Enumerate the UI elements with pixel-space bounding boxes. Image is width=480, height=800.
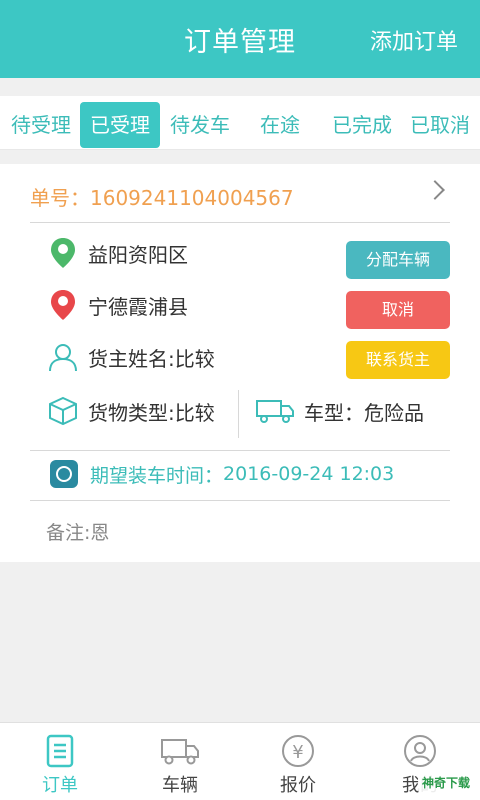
- svg-text:¥: ¥: [292, 742, 303, 763]
- yen-icon: ¥: [258, 731, 338, 771]
- box-icon: [46, 394, 80, 428]
- vehicle-type-text: 车型：危险品: [304, 400, 424, 425]
- status-tabs: 待受理 已受理 待发车 在途 已完成 已取消: [0, 96, 480, 150]
- vertical-divider: [238, 390, 239, 438]
- clock-icon: [50, 460, 78, 488]
- nav-vehicles-label: 车辆: [162, 775, 198, 796]
- truck-icon: [140, 731, 220, 771]
- app-header: 订单管理 添加订单: [0, 0, 480, 78]
- owner-name-text: 货主姓名:比较: [88, 346, 215, 371]
- expected-time-value: 2016-09-24 12:03: [223, 463, 395, 485]
- tab-awaiting-departure[interactable]: 待发车: [162, 102, 238, 148]
- contact-owner-button[interactable]: 联系货主: [346, 341, 450, 379]
- divider: [30, 222, 450, 223]
- add-order-button[interactable]: 添加订单: [370, 24, 458, 56]
- vehicle-type-row: 车型：危险品: [254, 394, 424, 428]
- nav-vehicles[interactable]: 车辆: [140, 731, 220, 797]
- destination-text: 宁德霞浦县: [88, 294, 188, 319]
- document-icon: [20, 731, 100, 771]
- user-icon: [46, 340, 80, 374]
- nav-quotes-label: 报价: [280, 775, 316, 796]
- tab-accepted[interactable]: 已受理: [80, 102, 160, 148]
- divider: [30, 500, 450, 501]
- expected-time-label: 期望装车时间：: [90, 464, 224, 487]
- tab-cancelled[interactable]: 已取消: [402, 102, 478, 148]
- order-number: 1609241104004567: [90, 186, 294, 210]
- cargo-row: 货物类型:比较: [46, 394, 215, 428]
- destination-row: 宁德霞浦县: [46, 288, 188, 322]
- watermark-logo: 神奇下载: [417, 772, 474, 793]
- note-text: 备注:恩: [46, 522, 110, 544]
- order-card[interactable]: 单号：1609241104004567 益阳资阳区 分配车辆 宁德霞浦县 取消 …: [0, 164, 480, 562]
- chevron-right-icon[interactable]: [425, 180, 445, 200]
- origin-row: 益阳资阳区: [46, 236, 188, 270]
- bottom-nav: 订单 车辆 ¥ 报价 我的: [0, 722, 480, 800]
- expected-time-row: 期望装车时间： 2016-09-24 12:03: [50, 460, 394, 488]
- nav-quotes[interactable]: ¥ 报价: [258, 731, 338, 797]
- assign-vehicle-button[interactable]: 分配车辆: [346, 241, 450, 279]
- tab-completed[interactable]: 已完成: [324, 102, 400, 148]
- nav-orders[interactable]: 订单: [20, 731, 100, 797]
- order-number-label: 单号：: [30, 186, 90, 210]
- tab-in-transit[interactable]: 在途: [244, 102, 316, 148]
- tab-pending[interactable]: 待受理: [4, 102, 78, 148]
- truck-icon: [254, 394, 296, 428]
- location-pin-green-icon: [46, 236, 80, 270]
- owner-row: 货主姓名:比较: [46, 340, 215, 374]
- origin-text: 益阳资阳区: [88, 242, 188, 267]
- cargo-type-text: 货物类型:比较: [88, 400, 215, 425]
- order-number-row: 单号：1609241104004567: [30, 182, 294, 211]
- user-icon: [380, 731, 460, 771]
- location-pin-red-icon: [46, 288, 80, 322]
- nav-orders-label: 订单: [42, 775, 78, 796]
- divider: [30, 450, 450, 451]
- cancel-button[interactable]: 取消: [346, 291, 450, 329]
